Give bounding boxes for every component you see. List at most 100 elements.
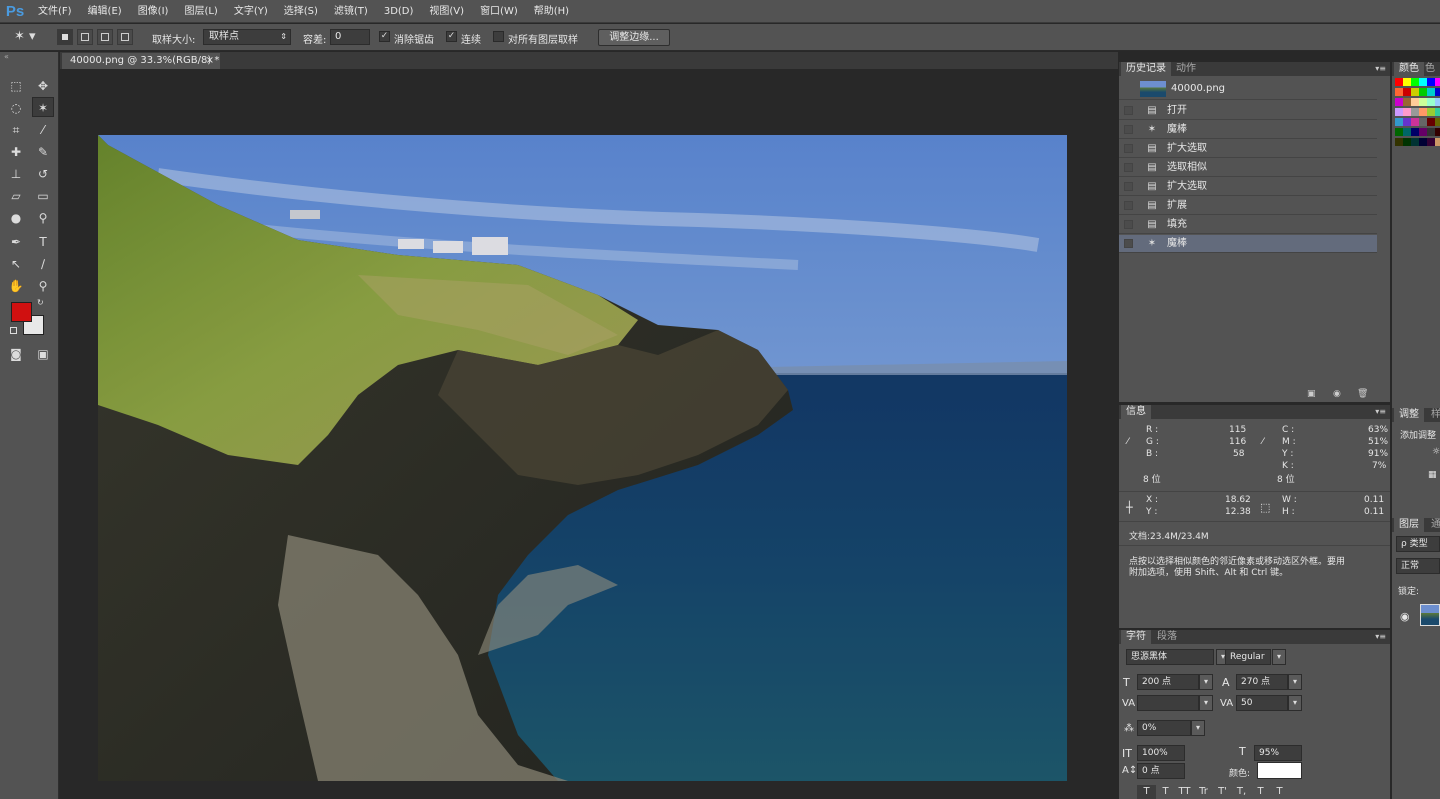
tab-channels[interactable]: 通: [1426, 518, 1440, 532]
eyedropper-cmyk-icon[interactable]: ⁄: [1262, 437, 1264, 447]
all-layers-checkbox[interactable]: [493, 31, 504, 42]
color-swatch[interactable]: [1403, 118, 1411, 126]
color-swatch[interactable]: [1419, 118, 1427, 126]
color-swatch[interactable]: [1403, 78, 1411, 86]
color-swatch[interactable]: [1435, 128, 1440, 136]
eyedropper-icon[interactable]: ⁄: [1127, 437, 1129, 447]
history-step[interactable]: ▤ 填充: [1119, 216, 1377, 234]
menu-item[interactable]: 文件(F): [30, 0, 80, 23]
tab-character[interactable]: 字符: [1121, 630, 1151, 644]
swap-colors-icon[interactable]: ↻: [37, 298, 44, 307]
text-style-button[interactable]: T': [1213, 785, 1232, 799]
menu-item[interactable]: 帮助(H): [526, 0, 577, 23]
layer-filter[interactable]: ρ 类型: [1396, 536, 1440, 552]
zoom-tool-icon[interactable]: ⚲: [32, 276, 54, 296]
document-tab[interactable]: 40000.png @ 33.3%(RGB/8) * ×: [62, 53, 220, 69]
baseline-input[interactable]: 0 点: [1137, 763, 1185, 779]
contiguous-checkbox[interactable]: ✓: [446, 31, 457, 42]
color-swatch[interactable]: [1395, 118, 1403, 126]
menu-item[interactable]: 视图(V): [421, 0, 472, 23]
intersect-selection-icon[interactable]: [117, 29, 133, 45]
type-tool-icon[interactable]: T: [32, 232, 54, 252]
eraser-tool-icon[interactable]: ▱: [5, 186, 27, 206]
new-snapshot-icon[interactable]: ◉: [1333, 389, 1341, 399]
color-swatch[interactable]: [1427, 118, 1435, 126]
color-swatch[interactable]: [1411, 138, 1419, 146]
color-swatch[interactable]: [1435, 108, 1440, 116]
color-swatch[interactable]: [1411, 128, 1419, 136]
color-swatch[interactable]: [1403, 88, 1411, 96]
color-swatch[interactable]: [1419, 138, 1427, 146]
chevron-down-icon[interactable]: ▾: [1288, 695, 1302, 711]
dodge-tool-icon[interactable]: ⚲: [32, 208, 54, 228]
text-style-button[interactable]: T,: [1232, 785, 1251, 799]
sample-size-select[interactable]: 取样点 ⇕: [203, 29, 291, 45]
color-swatch[interactable]: [1395, 78, 1403, 86]
color-swatch[interactable]: [1435, 88, 1440, 96]
font-size-input[interactable]: 200 点: [1137, 674, 1199, 690]
menu-item[interactable]: 窗口(W): [472, 0, 526, 23]
default-colors-icon[interactable]: [10, 327, 17, 334]
color-swatch[interactable]: [1395, 138, 1403, 146]
color-swatch[interactable]: [1411, 98, 1419, 106]
color-swatch[interactable]: [1411, 78, 1419, 86]
history-brush-icon[interactable]: ↺: [32, 164, 54, 184]
history-step[interactable]: ▤ 扩展: [1119, 197, 1377, 215]
history-step[interactable]: ▤ 扩大选取: [1119, 140, 1377, 158]
foreground-color-swatch[interactable]: [11, 302, 32, 322]
brightness-icon[interactable]: ☼: [1432, 447, 1440, 457]
tab-color[interactable]: 色: [1420, 62, 1440, 76]
blend-mode-select[interactable]: 正常: [1396, 558, 1440, 574]
color-swatch[interactable]: [1427, 88, 1435, 96]
app-logo[interactable]: Ps: [0, 0, 30, 23]
text-style-button[interactable]: TT: [1175, 785, 1194, 799]
history-step[interactable]: ✶ 魔棒: [1119, 121, 1377, 139]
color-swatch[interactable]: [1395, 98, 1403, 106]
blur-tool-icon[interactable]: ●: [5, 208, 27, 228]
color-swatch[interactable]: [1403, 128, 1411, 136]
text-style-button[interactable]: T: [1137, 785, 1156, 799]
color-swatch[interactable]: [1419, 98, 1427, 106]
screen-mode-icon[interactable]: ▣: [32, 344, 54, 364]
crop-tool-icon[interactable]: ⌗: [5, 120, 27, 140]
tab-paragraph[interactable]: 段落: [1152, 630, 1182, 644]
tab-history[interactable]: 历史记录: [1121, 62, 1171, 76]
color-swatch[interactable]: [1435, 118, 1440, 126]
tab-adjustments[interactable]: 调整: [1394, 408, 1424, 422]
color-swatch[interactable]: [1427, 138, 1435, 146]
text-color-swatch[interactable]: [1257, 762, 1302, 779]
color-swatch[interactable]: [1435, 98, 1440, 106]
add-selection-icon[interactable]: [77, 29, 93, 45]
menu-item[interactable]: 编辑(E): [80, 0, 130, 23]
new-selection-icon[interactable]: [57, 29, 73, 45]
healing-tool-icon[interactable]: ✚: [5, 142, 27, 162]
lasso-tool-icon[interactable]: ◌: [5, 98, 27, 118]
color-swatch[interactable]: [1419, 108, 1427, 116]
text-style-button[interactable]: Tr: [1194, 785, 1213, 799]
stamp-tool-icon[interactable]: ⊥: [5, 164, 27, 184]
gradient-tool-icon[interactable]: ▭: [32, 186, 54, 206]
chevron-down-icon[interactable]: ▾: [1288, 674, 1302, 690]
text-style-button[interactable]: T: [1251, 785, 1270, 799]
tab-info[interactable]: 信息: [1121, 405, 1151, 419]
line-tool-icon[interactable]: ∕: [32, 254, 54, 274]
levels-icon[interactable]: ▦: [1428, 470, 1437, 480]
color-swatch[interactable]: [1419, 78, 1427, 86]
tolerance-input[interactable]: 0: [330, 29, 370, 45]
history-checkbox[interactable]: [1124, 201, 1133, 210]
history-checkbox[interactable]: [1124, 106, 1133, 115]
magic-wand-tool-icon[interactable]: ✶: [32, 97, 54, 117]
antialias-checkbox[interactable]: ✓: [379, 31, 390, 42]
menu-item[interactable]: 滤镜(T): [326, 0, 376, 23]
history-step[interactable]: ✶ 魔棒: [1119, 235, 1377, 253]
panel-menu-icon[interactable]: ▾≡: [1375, 632, 1386, 641]
canvas-area[interactable]: [60, 69, 1118, 799]
menu-item[interactable]: 3D(D): [376, 0, 422, 23]
text-style-button[interactable]: T: [1270, 785, 1289, 799]
color-swatch[interactable]: [1395, 108, 1403, 116]
chevron-down-icon[interactable]: ▾: [1199, 674, 1213, 690]
color-swatch[interactable]: [1411, 88, 1419, 96]
color-swatch[interactable]: [1435, 78, 1440, 86]
color-swatch[interactable]: [1403, 108, 1411, 116]
history-checkbox[interactable]: [1124, 182, 1133, 191]
